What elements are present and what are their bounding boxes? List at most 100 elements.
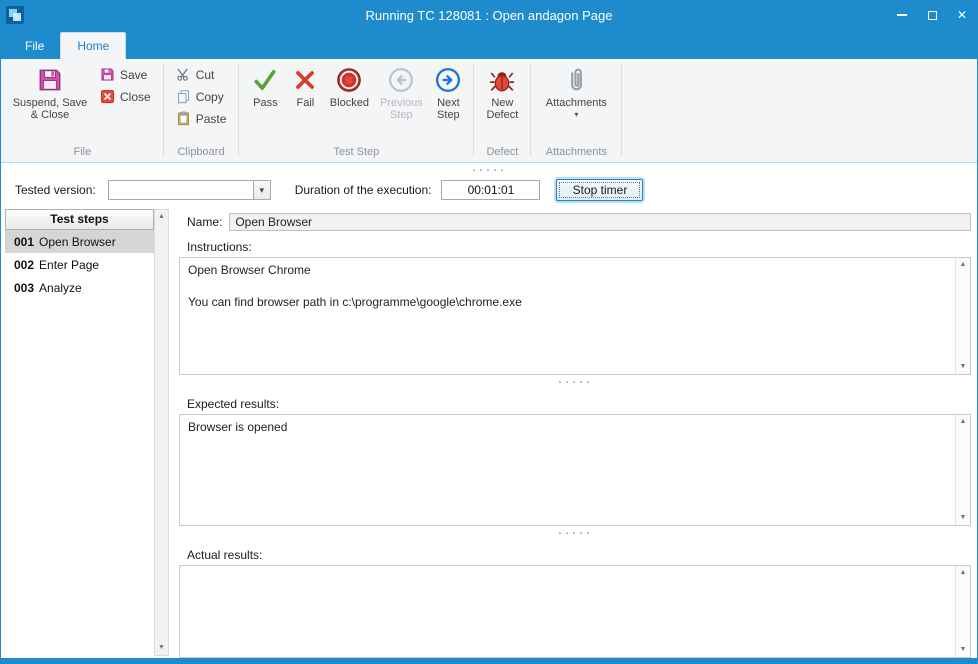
pass-check-icon bbox=[252, 67, 278, 93]
minimize-icon bbox=[897, 14, 907, 16]
titlebar: Running TC 128081 : Open andagon Page ✕ bbox=[1, 1, 977, 29]
field-splitter[interactable] bbox=[179, 526, 971, 539]
scroll-down-icon[interactable]: ▼ bbox=[155, 641, 168, 655]
scroll-up-icon[interactable]: ▲ bbox=[956, 566, 970, 580]
button-label: Paste bbox=[196, 112, 227, 126]
scroll-down-icon[interactable]: ▼ bbox=[956, 511, 970, 525]
step-number: 003 bbox=[14, 281, 34, 295]
field-splitter[interactable] bbox=[179, 375, 971, 388]
window-controls: ✕ bbox=[887, 1, 977, 29]
expected-results-text: Browser is opened bbox=[180, 415, 954, 525]
tab-home[interactable]: Home bbox=[60, 32, 126, 59]
instructions-scrollbar[interactable]: ▲ ▼ bbox=[955, 258, 970, 374]
actual-results-label: Actual results: bbox=[187, 548, 971, 562]
group-label-attachments: Attachments bbox=[536, 145, 616, 162]
tested-version-combobox[interactable]: ▾ bbox=[108, 180, 271, 200]
suspend-save-close-button[interactable]: Suspend, Save & Close bbox=[7, 61, 93, 124]
save-button[interactable]: Save bbox=[95, 65, 156, 84]
scroll-up-icon[interactable]: ▲ bbox=[956, 258, 970, 272]
test-step-item-003[interactable]: 003 Analyze bbox=[5, 276, 154, 299]
new-defect-button[interactable]: New Defect bbox=[479, 61, 525, 124]
ribbon-splitter[interactable] bbox=[1, 164, 977, 175]
bug-icon bbox=[489, 67, 515, 93]
paste-icon bbox=[176, 111, 191, 126]
tested-version-label: Tested version: bbox=[15, 183, 96, 197]
ribbon-group-defect: New Defect Defect bbox=[475, 59, 529, 162]
test-steps-scrollbar[interactable]: ▲ ▼ bbox=[154, 209, 169, 656]
ribbon-tabs: File Home bbox=[1, 29, 977, 59]
fail-button[interactable]: Fail bbox=[286, 61, 324, 112]
ribbon-group-clipboard: Cut Copy Paste Cl bbox=[165, 59, 238, 162]
copy-button[interactable]: Copy bbox=[171, 87, 232, 106]
actual-results-scrollbar[interactable]: ▲ ▼ bbox=[955, 566, 970, 657]
combobox-value bbox=[109, 181, 253, 199]
save-close-icon bbox=[37, 67, 63, 93]
scroll-down-icon[interactable]: ▼ bbox=[956, 643, 970, 657]
duration-input[interactable] bbox=[441, 180, 540, 200]
next-step-button[interactable]: Next Step bbox=[428, 61, 468, 124]
attachments-button[interactable]: Attachments ▾ bbox=[536, 61, 616, 122]
execution-toolbar: Tested version: ▾ Duration of the execut… bbox=[1, 175, 977, 205]
stop-timer-button[interactable]: Stop timer bbox=[556, 179, 643, 201]
test-step-item-001[interactable]: 001 Open Browser bbox=[5, 230, 154, 253]
name-input[interactable] bbox=[229, 213, 971, 231]
close-red-icon bbox=[100, 89, 115, 104]
maximize-icon bbox=[928, 11, 937, 20]
instructions-label: Instructions: bbox=[187, 240, 971, 254]
scroll-down-icon[interactable]: ▼ bbox=[956, 360, 970, 374]
step-number: 001 bbox=[14, 235, 34, 249]
fail-x-icon bbox=[292, 67, 318, 93]
instructions-text: Open Browser Chrome You can find browser… bbox=[180, 258, 954, 374]
test-steps-panel: Test steps 001 Open Browser 002 Enter Pa… bbox=[5, 209, 169, 656]
group-label-defect: Defect bbox=[479, 145, 525, 162]
ribbon-group-test-step: Pass Fail Blocked bbox=[240, 59, 472, 162]
scroll-up-icon[interactable]: ▲ bbox=[956, 415, 970, 429]
group-label-clipboard: Clipboard bbox=[169, 145, 234, 162]
button-label: Copy bbox=[196, 90, 224, 104]
splitter-grip-icon bbox=[472, 167, 507, 172]
button-label: Cut bbox=[196, 68, 215, 82]
expected-results-textarea[interactable]: Browser is opened ▲ ▼ bbox=[179, 414, 971, 526]
group-separator bbox=[163, 64, 164, 157]
test-step-item-002[interactable]: 002 Enter Page bbox=[5, 253, 154, 276]
ribbon-group-file: Suspend, Save & Close Save Close bbox=[3, 59, 162, 162]
group-separator bbox=[621, 64, 622, 157]
previous-step-button[interactable]: Previous Step bbox=[374, 61, 428, 124]
actual-results-text bbox=[180, 566, 954, 657]
ribbon-group-attachments: Attachments ▾ Attachments bbox=[532, 59, 620, 162]
step-number: 002 bbox=[14, 258, 34, 272]
copy-icon bbox=[176, 89, 191, 104]
prev-arrow-icon bbox=[388, 67, 414, 93]
button-label: Pass bbox=[253, 97, 277, 109]
name-label: Name: bbox=[187, 215, 222, 229]
tab-file[interactable]: File bbox=[9, 33, 60, 59]
main-area: Test steps 001 Open Browser 002 Enter Pa… bbox=[1, 207, 977, 658]
dropdown-caret-icon: ▾ bbox=[574, 111, 578, 119]
app-icon[interactable] bbox=[6, 6, 24, 24]
paste-button[interactable]: Paste bbox=[171, 109, 232, 128]
maximize-button[interactable] bbox=[917, 1, 947, 29]
expected-results-scrollbar[interactable]: ▲ ▼ bbox=[955, 415, 970, 525]
button-label: New Defect bbox=[483, 97, 521, 121]
scroll-up-icon[interactable]: ▲ bbox=[155, 210, 168, 224]
step-label: Analyze bbox=[39, 281, 82, 295]
step-label: Open Browser bbox=[39, 235, 116, 249]
group-separator bbox=[473, 64, 474, 157]
step-detail-pane: Name: Instructions: Open Browser Chrome … bbox=[179, 207, 971, 658]
actual-results-textarea[interactable]: ▲ ▼ bbox=[179, 565, 971, 658]
blocked-button[interactable]: Blocked bbox=[324, 61, 374, 112]
button-label: Attachments bbox=[546, 97, 607, 109]
instructions-textarea[interactable]: Open Browser Chrome You can find browser… bbox=[179, 257, 971, 375]
button-label: Blocked bbox=[330, 97, 369, 109]
button-label: Save bbox=[120, 68, 147, 82]
cut-button[interactable]: Cut bbox=[171, 65, 232, 84]
minimize-button[interactable] bbox=[887, 1, 917, 29]
step-label: Enter Page bbox=[39, 258, 99, 272]
group-separator bbox=[530, 64, 531, 157]
close-button[interactable]: ✕ bbox=[947, 1, 977, 29]
blocked-stop-icon bbox=[336, 67, 362, 93]
combobox-dropdown-icon[interactable]: ▾ bbox=[253, 181, 270, 199]
group-label-file: File bbox=[7, 145, 158, 162]
pass-button[interactable]: Pass bbox=[244, 61, 286, 112]
close-tc-button[interactable]: Close bbox=[95, 87, 156, 106]
